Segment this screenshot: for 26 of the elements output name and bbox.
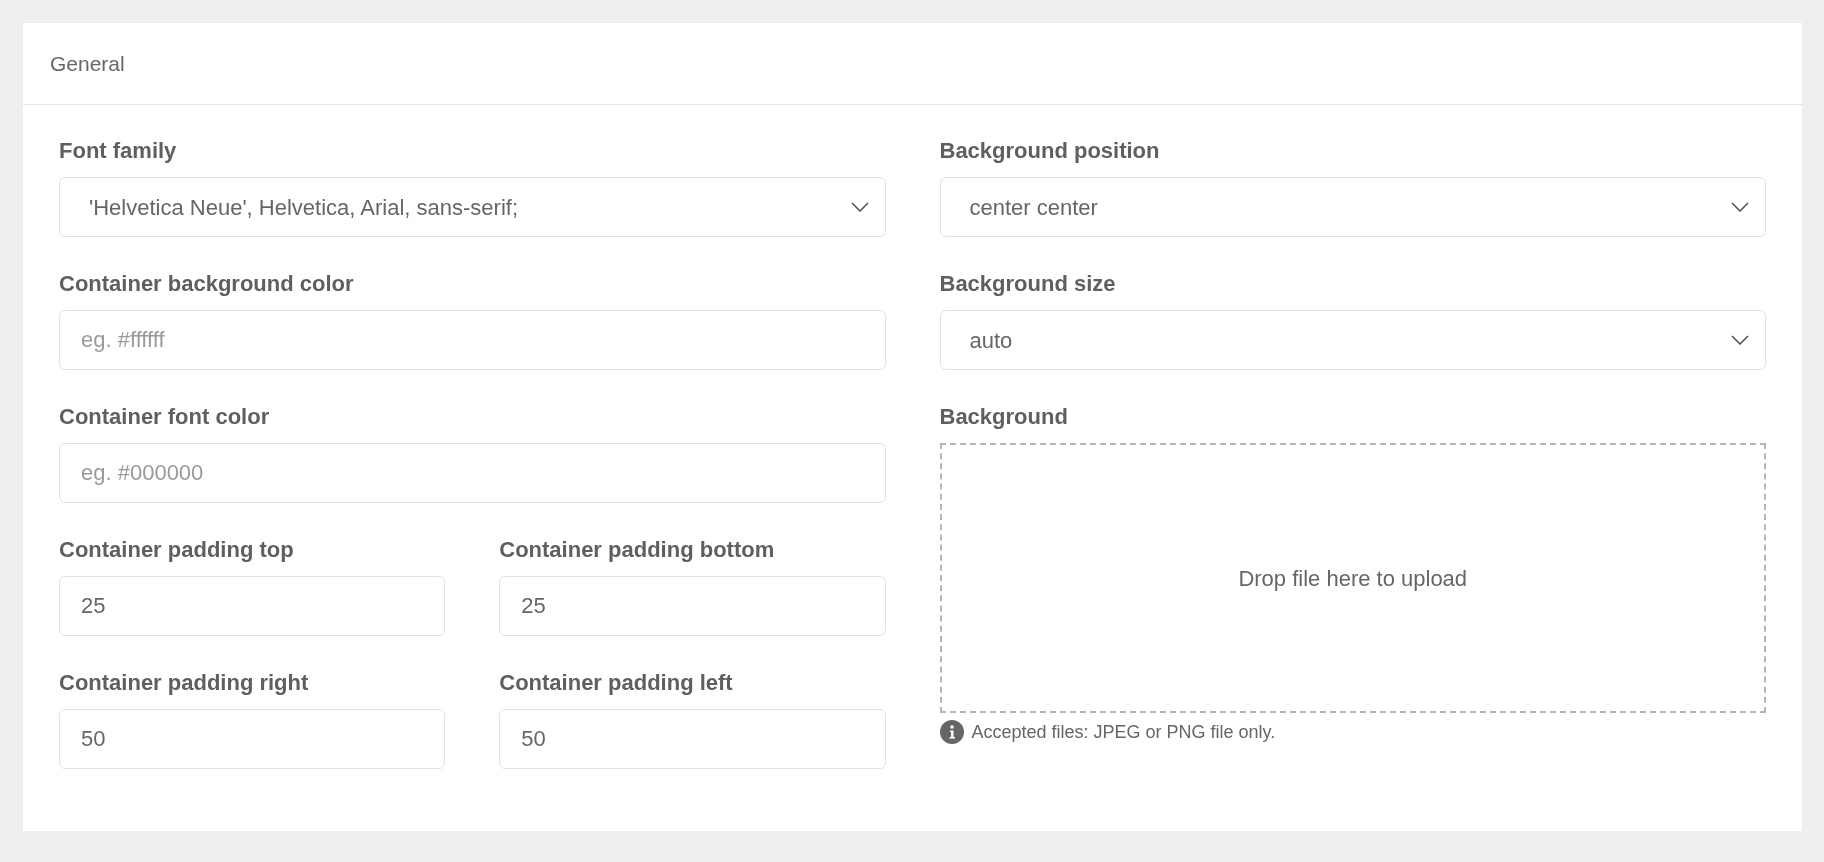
- input-field[interactable]: 25: [499, 576, 886, 636]
- input-field[interactable]: 50: [59, 709, 446, 769]
- field-label: Container font color: [59, 404, 270, 430]
- input-field[interactable]: eg. #000000: [59, 443, 886, 503]
- panel-title: General: [50, 50, 125, 77]
- input-field[interactable]: 25: [59, 576, 446, 636]
- field-label: Font family: [59, 138, 177, 164]
- info-icon: [939, 720, 964, 744]
- chevron-down-icon: [1731, 335, 1749, 345]
- chevron-down-icon: [850, 202, 869, 212]
- dropdown[interactable]: 'Helvetica Neue', Helvetica, Arial, sans-serif;: [59, 177, 886, 237]
- field-label: Background: [939, 404, 1068, 430]
- field-label: Background position: [939, 138, 1160, 164]
- dropdown[interactable]: center center: [939, 177, 1766, 237]
- field-label: Container padding left: [499, 670, 733, 696]
- chevron-down-icon: [1731, 202, 1749, 212]
- drop-zone[interactable]: Drop file here to upload: [939, 443, 1766, 713]
- hint-text: Accepted files: JPEG or PNG file only.: [971, 721, 1276, 744]
- input-field[interactable]: eg. #ffffff: [59, 310, 886, 370]
- field-label: Container padding top: [59, 537, 294, 563]
- input-field[interactable]: 50: [499, 709, 886, 769]
- dropdown[interactable]: auto: [939, 310, 1766, 370]
- field-label: Container background color: [59, 271, 354, 297]
- field-label: Container padding right: [59, 670, 309, 696]
- field-label: Background size: [939, 271, 1116, 297]
- field-label: Container padding bottom: [499, 537, 775, 563]
